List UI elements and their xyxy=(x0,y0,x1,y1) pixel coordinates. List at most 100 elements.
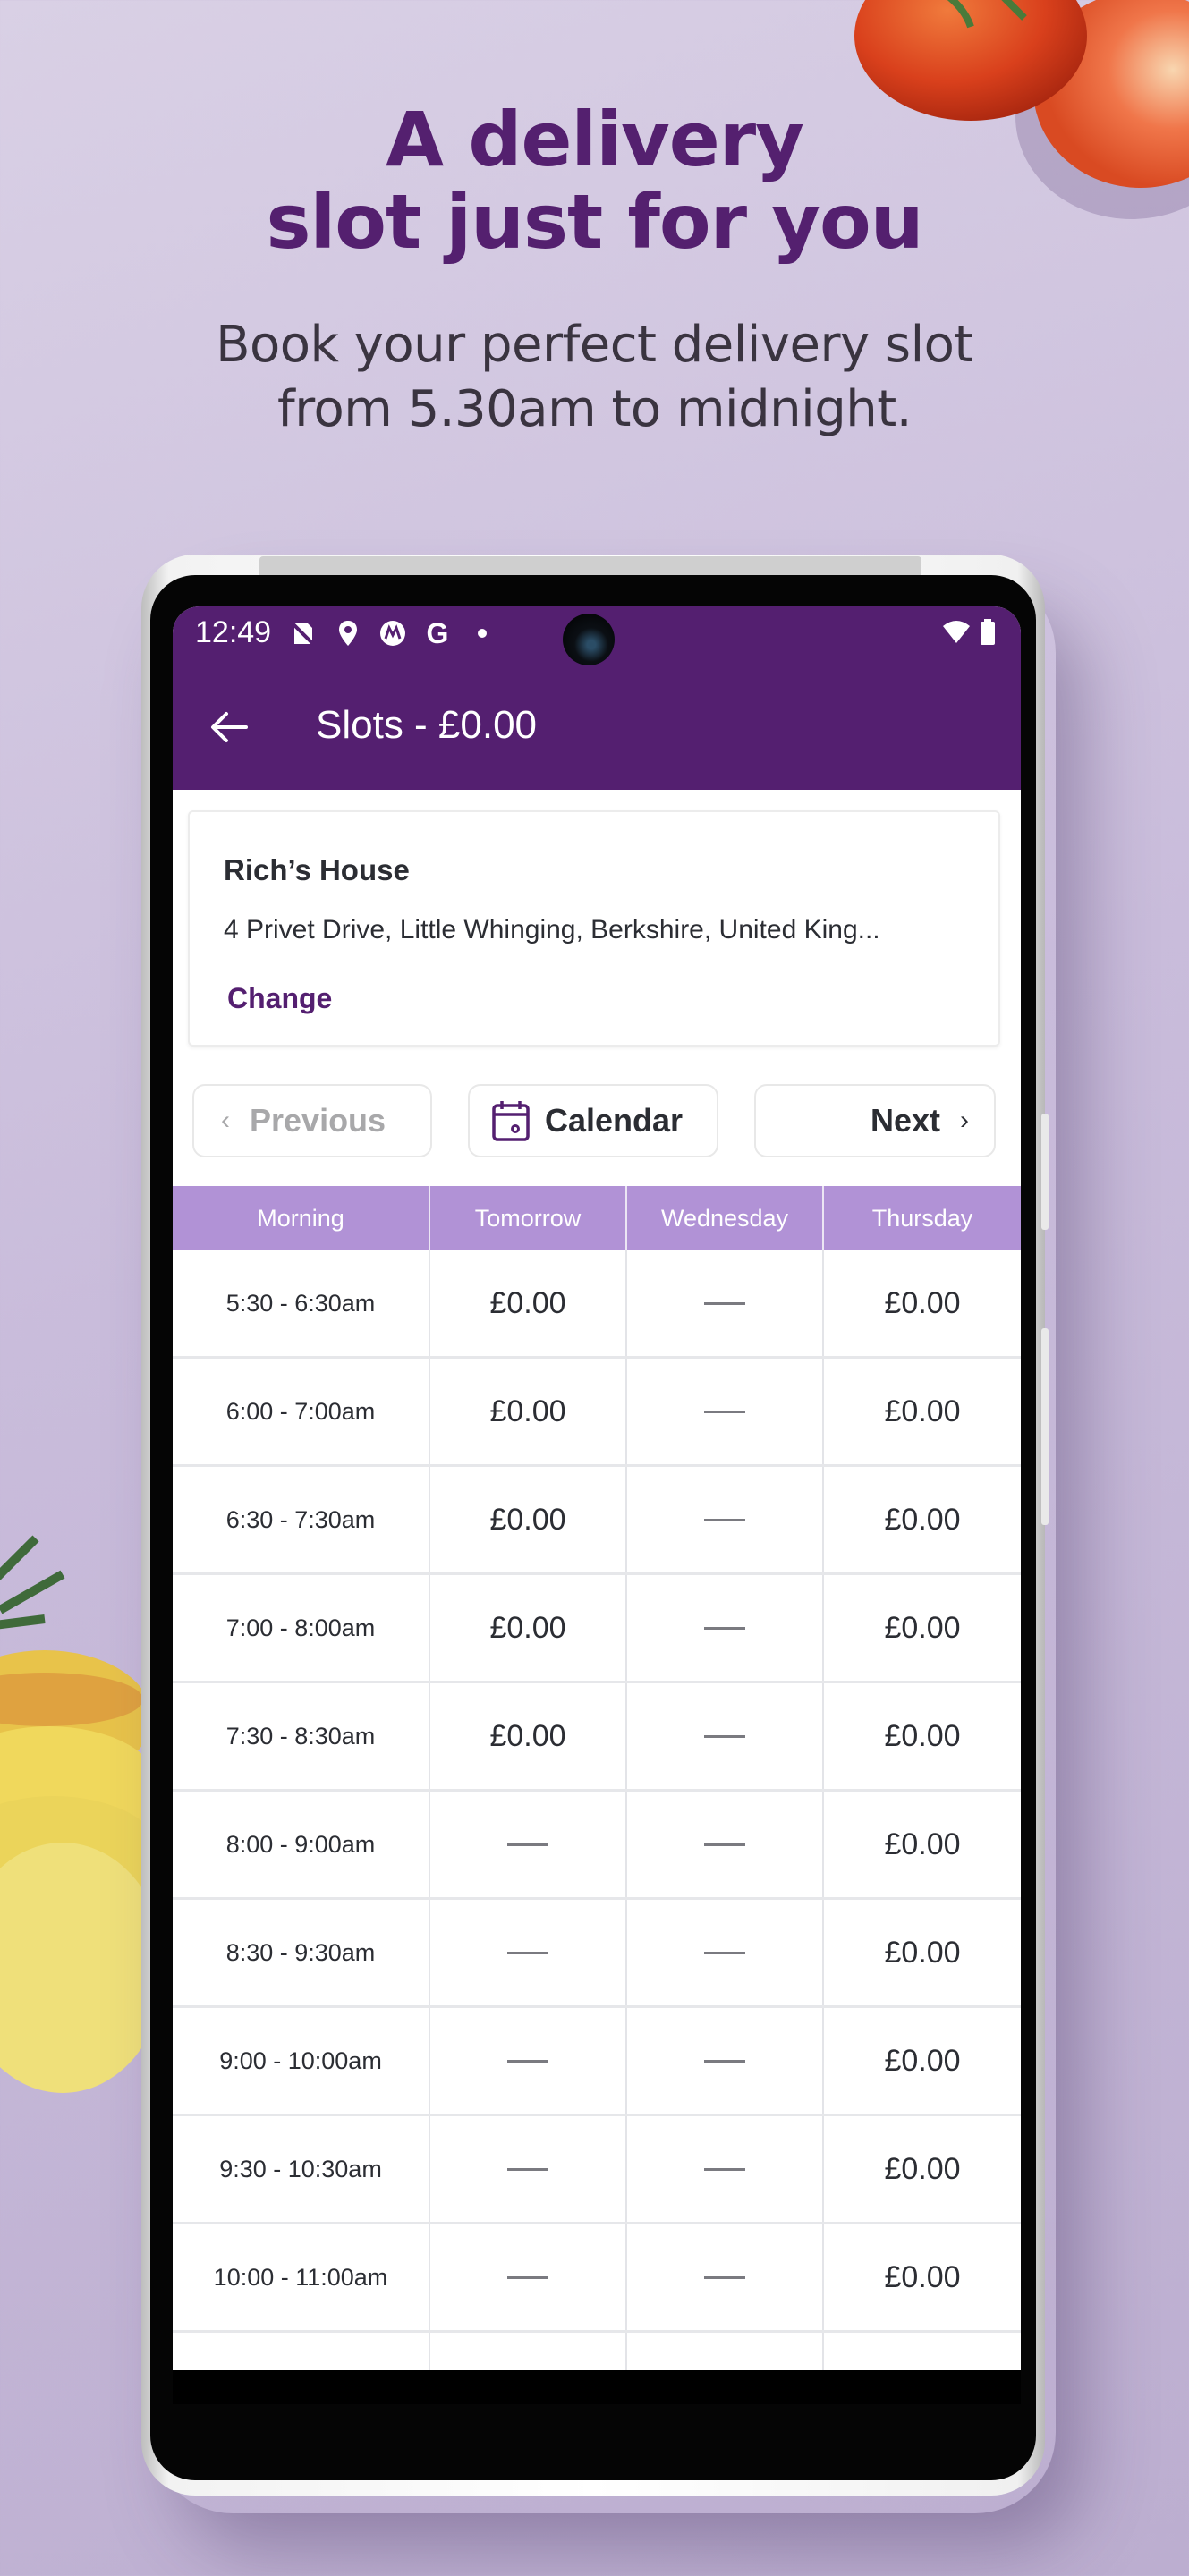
location-icon xyxy=(334,619,362,648)
power-button xyxy=(1041,1328,1049,1525)
slot-unavailable-tomorrow xyxy=(430,2116,627,2222)
promo-subline: Book your perfect delivery slot from 5.3… xyxy=(0,313,1189,442)
status-icons: G xyxy=(289,616,497,649)
pineapple-image xyxy=(0,1535,152,2093)
slot-price-tomorrow[interactable]: £0.00 xyxy=(430,1575,627,1681)
slot-unavailable-wednesday xyxy=(627,2116,824,2222)
slot-price-tomorrow[interactable]: £0.00 xyxy=(430,1359,627,1464)
slot-row: 7:00 - 8:00am £0.00 £0.00 xyxy=(173,1575,1021,1683)
previous-label: Previous xyxy=(250,1102,386,1139)
status-right-icons xyxy=(942,619,996,650)
dash-icon xyxy=(704,1843,745,1846)
slot-price-thursday[interactable]: £0.00 xyxy=(824,1250,1021,1356)
slot-row: 9:00 - 10:00am £0.00 xyxy=(173,2008,1021,2116)
front-camera xyxy=(563,614,615,665)
slot-unavailable-tomorrow xyxy=(430,1792,627,1897)
page-title: Slots - £0.00 xyxy=(316,703,538,747)
slot-price-thursday[interactable]: £0.00 xyxy=(824,1359,1021,1464)
slot-row: 8:30 - 9:30am £0.00 xyxy=(173,1900,1021,2008)
header-thursday[interactable]: Thursday xyxy=(824,1186,1021,1250)
slot-price-thursday[interactable]: £0.00 xyxy=(824,2224,1021,2330)
slots-table-header: Morning Tomorrow Wednesday Thursday xyxy=(173,1186,1021,1250)
volume-button xyxy=(1041,1114,1049,1230)
dash-icon xyxy=(704,2275,745,2279)
app-bar: 12:49 G Slots - £0.00 xyxy=(173,606,1021,790)
slot-time: 6:30 - 7:30am xyxy=(173,1467,430,1572)
slot-unavailable-tomorrow xyxy=(430,2224,627,2330)
header-wednesday[interactable]: Wednesday xyxy=(627,1186,824,1250)
dash-icon xyxy=(507,1951,548,1954)
slot-unavailable-wednesday xyxy=(627,1467,824,1572)
slot-unavailable-wednesday xyxy=(627,1250,824,1356)
slot-price-thursday[interactable]: £0.00 xyxy=(824,1792,1021,1897)
slot-price-thursday[interactable]: £0.00 xyxy=(824,1900,1021,2005)
slot-unavailable-tomorrow xyxy=(430,2008,627,2114)
slot-row: 7:30 - 8:30am £0.00 £0.00 xyxy=(173,1683,1021,1792)
back-button[interactable] xyxy=(207,705,251,750)
slot-row: 8:00 - 9:00am £0.00 xyxy=(173,1792,1021,1900)
slot-price-thursday[interactable]: £0.00 xyxy=(824,1575,1021,1681)
motorola-icon xyxy=(378,619,407,648)
slot-row: 6:00 - 7:00am £0.00 £0.00 xyxy=(173,1359,1021,1467)
slot-row: 9:30 - 10:30am £0.00 xyxy=(173,2116,1021,2224)
next-button[interactable]: Next › xyxy=(754,1084,996,1157)
dot-icon xyxy=(468,619,497,648)
slot-unavailable-wednesday xyxy=(627,1900,824,2005)
wifi-icon xyxy=(942,619,971,650)
slot-time: 5:30 - 6:30am xyxy=(173,1250,430,1356)
dash-icon xyxy=(704,1410,745,1413)
slot-time: 9:30 - 10:30am xyxy=(173,2116,430,2222)
slot-price-tomorrow[interactable]: £0.00 xyxy=(430,1683,627,1789)
slot-unavailable-wednesday xyxy=(627,2008,824,2114)
slot-unavailable-wednesday xyxy=(627,1792,824,1897)
dash-icon xyxy=(704,1518,745,1521)
slot-price-thursday[interactable]: £0.00 xyxy=(824,1467,1021,1572)
battery-icon xyxy=(980,619,996,650)
promo-headline-line2: slot just for you xyxy=(266,178,923,266)
dash-icon xyxy=(704,1626,745,1630)
slot-row: 10:00 - 11:00am £0.00 xyxy=(173,2224,1021,2333)
calendar-label: Calendar xyxy=(545,1102,684,1139)
dash-icon xyxy=(507,2275,548,2279)
previous-button[interactable]: ‹ Previous xyxy=(192,1084,432,1157)
slot-price-thursday[interactable]: £0.00 xyxy=(824,2008,1021,2114)
calendar-button[interactable]: Calendar xyxy=(468,1084,718,1157)
next-label: Next xyxy=(870,1102,940,1139)
slot-time: 8:30 - 9:30am xyxy=(173,1900,430,2005)
phone-screen: 12:49 G Slots - £0.00 Rich’s House 4 Pri… xyxy=(173,606,1021,2404)
slot-time: 7:30 - 8:30am xyxy=(173,1683,430,1789)
slot-price-tomorrow[interactable]: £0.00 xyxy=(430,1250,627,1356)
header-tomorrow[interactable]: Tomorrow xyxy=(430,1186,627,1250)
promo-headline-line1: A delivery xyxy=(386,96,804,183)
dash-icon xyxy=(704,1951,745,1954)
header-morning: Morning xyxy=(173,1186,430,1250)
dash-icon xyxy=(704,2167,745,2171)
chevron-right-icon: › xyxy=(960,1106,969,1135)
slot-time: 8:00 - 9:00am xyxy=(173,1792,430,1897)
address-line: 4 Privet Drive, Little Whinging, Berkshi… xyxy=(224,915,880,945)
promo-subline-line2: from 5.30am to midnight. xyxy=(277,380,913,438)
slot-time: 9:00 - 10:00am xyxy=(173,2008,430,2114)
dash-icon xyxy=(507,2167,548,2171)
dash-icon xyxy=(507,1843,548,1846)
dash-icon xyxy=(704,1301,745,1305)
slot-price-tomorrow[interactable]: £0.00 xyxy=(430,1467,627,1572)
slot-price-thursday[interactable]: £0.00 xyxy=(824,2116,1021,2222)
promo-headline: A delivery slot just for you xyxy=(0,98,1189,263)
status-time: 12:49 xyxy=(195,615,272,649)
dash-icon xyxy=(704,1734,745,1738)
calendar-icon xyxy=(492,1101,530,1141)
slot-unavailable-wednesday xyxy=(627,2224,824,2330)
slot-row: 6:30 - 7:30am £0.00 £0.00 xyxy=(173,1467,1021,1575)
address-card: Rich’s House 4 Privet Drive, Little Whin… xyxy=(188,810,1000,1046)
slot-price-thursday[interactable]: £0.00 xyxy=(824,1683,1021,1789)
chevron-left-icon: ‹ xyxy=(221,1106,230,1135)
no-sim-icon xyxy=(289,619,318,648)
slot-time: 10:00 - 11:00am xyxy=(173,2224,430,2330)
arrow-left-icon xyxy=(211,712,248,742)
slots-table-body: 5:30 - 6:30am £0.00 £0.00 6:00 - 7:00am £0.0… xyxy=(173,1250,1021,2404)
change-address-link[interactable]: Change xyxy=(227,982,332,1015)
slot-unavailable-wednesday xyxy=(627,1575,824,1681)
address-name: Rich’s House xyxy=(224,853,410,886)
google-icon: G xyxy=(426,616,449,649)
